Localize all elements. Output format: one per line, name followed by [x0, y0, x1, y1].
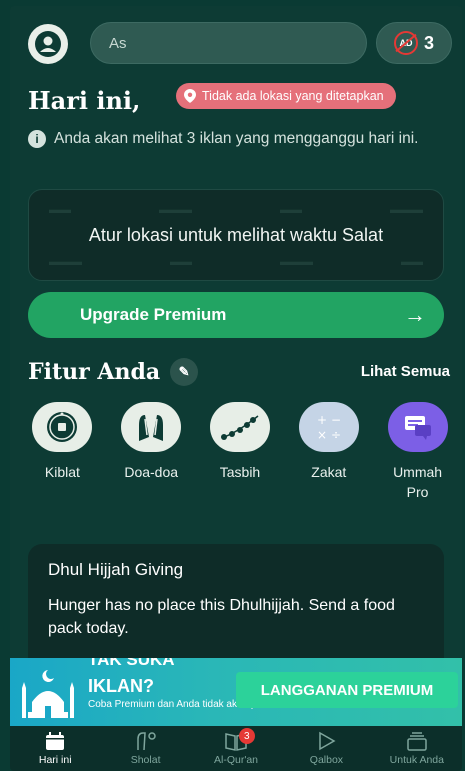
prayer-card-blur-top: ▬▬ ▬▬▬ ▬▬ ▬▬▬: [49, 204, 423, 216]
nav-label: Al-Qur'an: [214, 754, 259, 766]
nav-sholat[interactable]: Sholat: [100, 726, 190, 771]
info-icon: i: [28, 130, 46, 148]
bottom-nav: Hari ini Sholat 3 Al-Qur'an Qalbox Untuk…: [10, 726, 462, 771]
prayer-icon: [136, 732, 156, 751]
feature-label: Zakat: [311, 464, 347, 480]
edit-icon[interactable]: ✎: [170, 358, 199, 386]
today-title: Hari ini,: [28, 86, 141, 115]
profile-avatar[interactable]: [28, 24, 68, 64]
svg-text:+: +: [317, 413, 327, 427]
quran-badge: 3: [238, 728, 255, 744]
prayer-card-blur-bottom: ▬▬▬ ▬▬ ▬▬▬ ▬▬: [49, 256, 423, 268]
feature-label: Tasbih: [219, 464, 261, 480]
giving-description: Hunger has no place this Dhulhijjah. Sen…: [48, 597, 395, 637]
ad-counter-button[interactable]: AD 3: [376, 22, 452, 64]
giving-card[interactable]: Dhul Hijjah Giving Hunger has no place t…: [28, 544, 444, 674]
praying-hands-icon: [121, 402, 182, 452]
location-pill[interactable]: Tidak ada lokasi yang ditetapkan: [176, 83, 396, 109]
location-pin-icon: [184, 89, 196, 103]
prayer-times-card[interactable]: ▬▬ ▬▬▬ ▬▬ ▬▬▬ ▬▬▬ ▬▬ ▬▬▬ ▬▬ Atur lokasi untuk …: [28, 189, 444, 281]
nav-for-you[interactable]: Untuk Anda: [372, 726, 462, 771]
app-screen: As AD 3 Hari ini, Tidak ada lokasi yang …: [10, 6, 462, 771]
feature-kiblat[interactable]: Kiblat: [18, 402, 107, 502]
features-heading: Fitur Anda ✎: [28, 358, 199, 386]
see-all-link[interactable]: Lihat Semua: [361, 363, 450, 380]
nav-label: Sholat: [130, 754, 161, 766]
upgrade-label: Upgrade Premium: [80, 305, 227, 324]
nav-label: Hari ini: [38, 754, 72, 766]
prayer-card-message: Atur lokasi untuk melihat waktu Salat: [88, 224, 384, 245]
feature-zakat[interactable]: + − × ÷ Zakat: [284, 402, 373, 502]
svg-text:−: −: [331, 413, 341, 427]
svg-text:÷: ÷: [331, 428, 341, 442]
nav-today[interactable]: Hari ini: [10, 726, 100, 771]
search-input[interactable]: As: [90, 22, 367, 64]
stack-icon: [407, 732, 427, 751]
subscribe-premium-button[interactable]: LANGGANAN PREMIUM: [236, 672, 458, 708]
upgrade-premium-button[interactable]: Upgrade Premium →: [28, 292, 444, 338]
location-pill-label: Tidak ada lokasi yang ditetapkan: [202, 89, 384, 103]
feature-label: Ummah Pro: [393, 464, 443, 500]
nav-qalbox[interactable]: Qalbox: [281, 726, 371, 771]
arrow-right-icon: →: [404, 302, 426, 327]
ad-count: 3: [423, 32, 434, 53]
ad-banner[interactable]: TAK SUKA IKLAN? Coba Premium dan Anda ti…: [10, 658, 462, 726]
nav-label: Qalbox: [309, 754, 344, 766]
no-ads-icon: AD: [393, 31, 418, 55]
calendar-icon: [46, 732, 65, 750]
feature-ummah-pro[interactable]: Ummah Pro: [373, 402, 462, 502]
top-bar: As AD 3: [10, 6, 462, 76]
mosque-icon: [22, 670, 74, 718]
feature-tasbih[interactable]: Tasbih: [196, 402, 285, 502]
ads-info: i Anda akan melihat 3 iklan yang menggan…: [28, 128, 448, 150]
chat-icon: [387, 402, 448, 452]
nav-label: Untuk Anda: [389, 754, 444, 766]
feature-doa[interactable]: Doa-doa: [107, 402, 196, 502]
compass-icon: [32, 402, 93, 452]
ad-top-text: TAK SUKA: [88, 658, 175, 669]
calculator-icon: + − × ÷: [298, 402, 359, 452]
prayer-beads-icon: [209, 402, 270, 452]
play-icon: [319, 731, 336, 751]
features-title: Fitur Anda: [28, 359, 161, 385]
svg-text:×: ×: [317, 428, 327, 442]
user-icon: [35, 31, 61, 57]
giving-title: Dhul Hijjah Giving: [48, 560, 184, 579]
nav-quran[interactable]: 3 Al-Qur'an: [191, 726, 281, 771]
feature-label: Doa-doa: [124, 464, 179, 480]
feature-label: Kiblat: [44, 464, 80, 480]
search-value: As: [109, 34, 127, 52]
ads-info-text: Anda akan melihat 3 iklan yang menggangg…: [54, 130, 419, 147]
ad-headline: IKLAN?: [88, 676, 154, 696]
features-row: Kiblat Doa-doa Tasbih + − × ÷ Zakat Umma…: [18, 402, 462, 502]
